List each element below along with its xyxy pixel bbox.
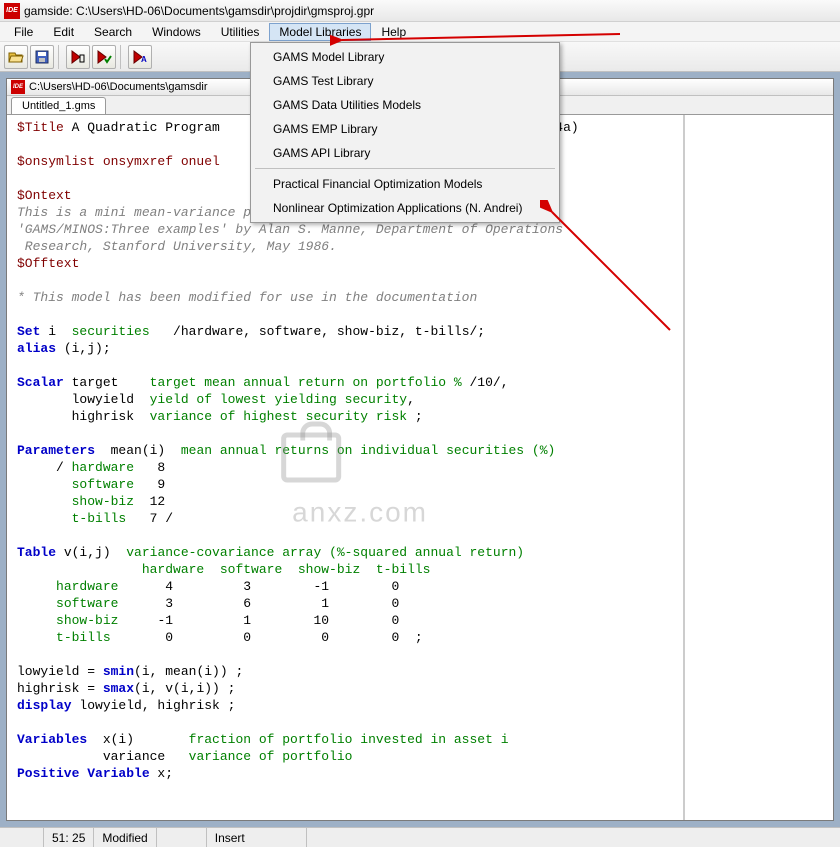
child-title: C:\Users\HD-06\Documents\gamsdir xyxy=(29,81,208,93)
run-button[interactable] xyxy=(66,45,90,69)
menu-item-gams-emp-library[interactable]: GAMS EMP Library xyxy=(253,117,557,141)
statusbar: 51: 25 Modified Insert xyxy=(0,827,840,847)
menu-item-practical-financial[interactable]: Practical Financial Optimization Models xyxy=(253,172,557,196)
menu-file[interactable]: File xyxy=(4,23,43,41)
window-title: gamside: C:\Users\HD-06\Documents\gamsdi… xyxy=(24,4,374,18)
status-modified: Modified xyxy=(94,828,156,847)
status-position: 51: 25 xyxy=(44,828,94,847)
app-icon: IDE xyxy=(4,3,20,19)
side-panel xyxy=(683,115,833,820)
menu-item-gams-data-utilities[interactable]: GAMS Data Utilities Models xyxy=(253,93,557,117)
toolbar-separator xyxy=(120,45,124,69)
save-button[interactable] xyxy=(30,45,54,69)
menu-help[interactable]: Help xyxy=(371,23,416,41)
run-a-button[interactable]: A xyxy=(128,45,152,69)
menu-item-gams-test-library[interactable]: GAMS Test Library xyxy=(253,69,557,93)
model-libraries-menu: GAMS Model Library GAMS Test Library GAM… xyxy=(250,42,560,223)
run-checked-button[interactable] xyxy=(92,45,116,69)
file-tab[interactable]: Untitled_1.gms xyxy=(11,97,106,114)
open-button[interactable] xyxy=(4,45,28,69)
menu-item-gams-api-library[interactable]: GAMS API Library xyxy=(253,141,557,165)
menu-model-libraries[interactable]: Model Libraries xyxy=(269,23,371,41)
menu-search[interactable]: Search xyxy=(84,23,142,41)
toolbar-separator xyxy=(58,45,62,69)
menu-utilities[interactable]: Utilities xyxy=(211,23,270,41)
window-titlebar: IDE gamside: C:\Users\HD-06\Documents\ga… xyxy=(0,0,840,22)
svg-text:A: A xyxy=(141,55,147,64)
status-insert: Insert xyxy=(207,828,307,847)
menu-edit[interactable]: Edit xyxy=(43,23,84,41)
menu-item-gams-model-library[interactable]: GAMS Model Library xyxy=(253,45,557,69)
menu-windows[interactable]: Windows xyxy=(142,23,211,41)
menubar: File Edit Search Windows Utilities Model… xyxy=(0,22,840,42)
menu-separator xyxy=(255,168,555,169)
child-app-icon: IDE xyxy=(11,80,25,94)
menu-item-nonlinear-optimization[interactable]: Nonlinear Optimization Applications (N. … xyxy=(253,196,557,220)
